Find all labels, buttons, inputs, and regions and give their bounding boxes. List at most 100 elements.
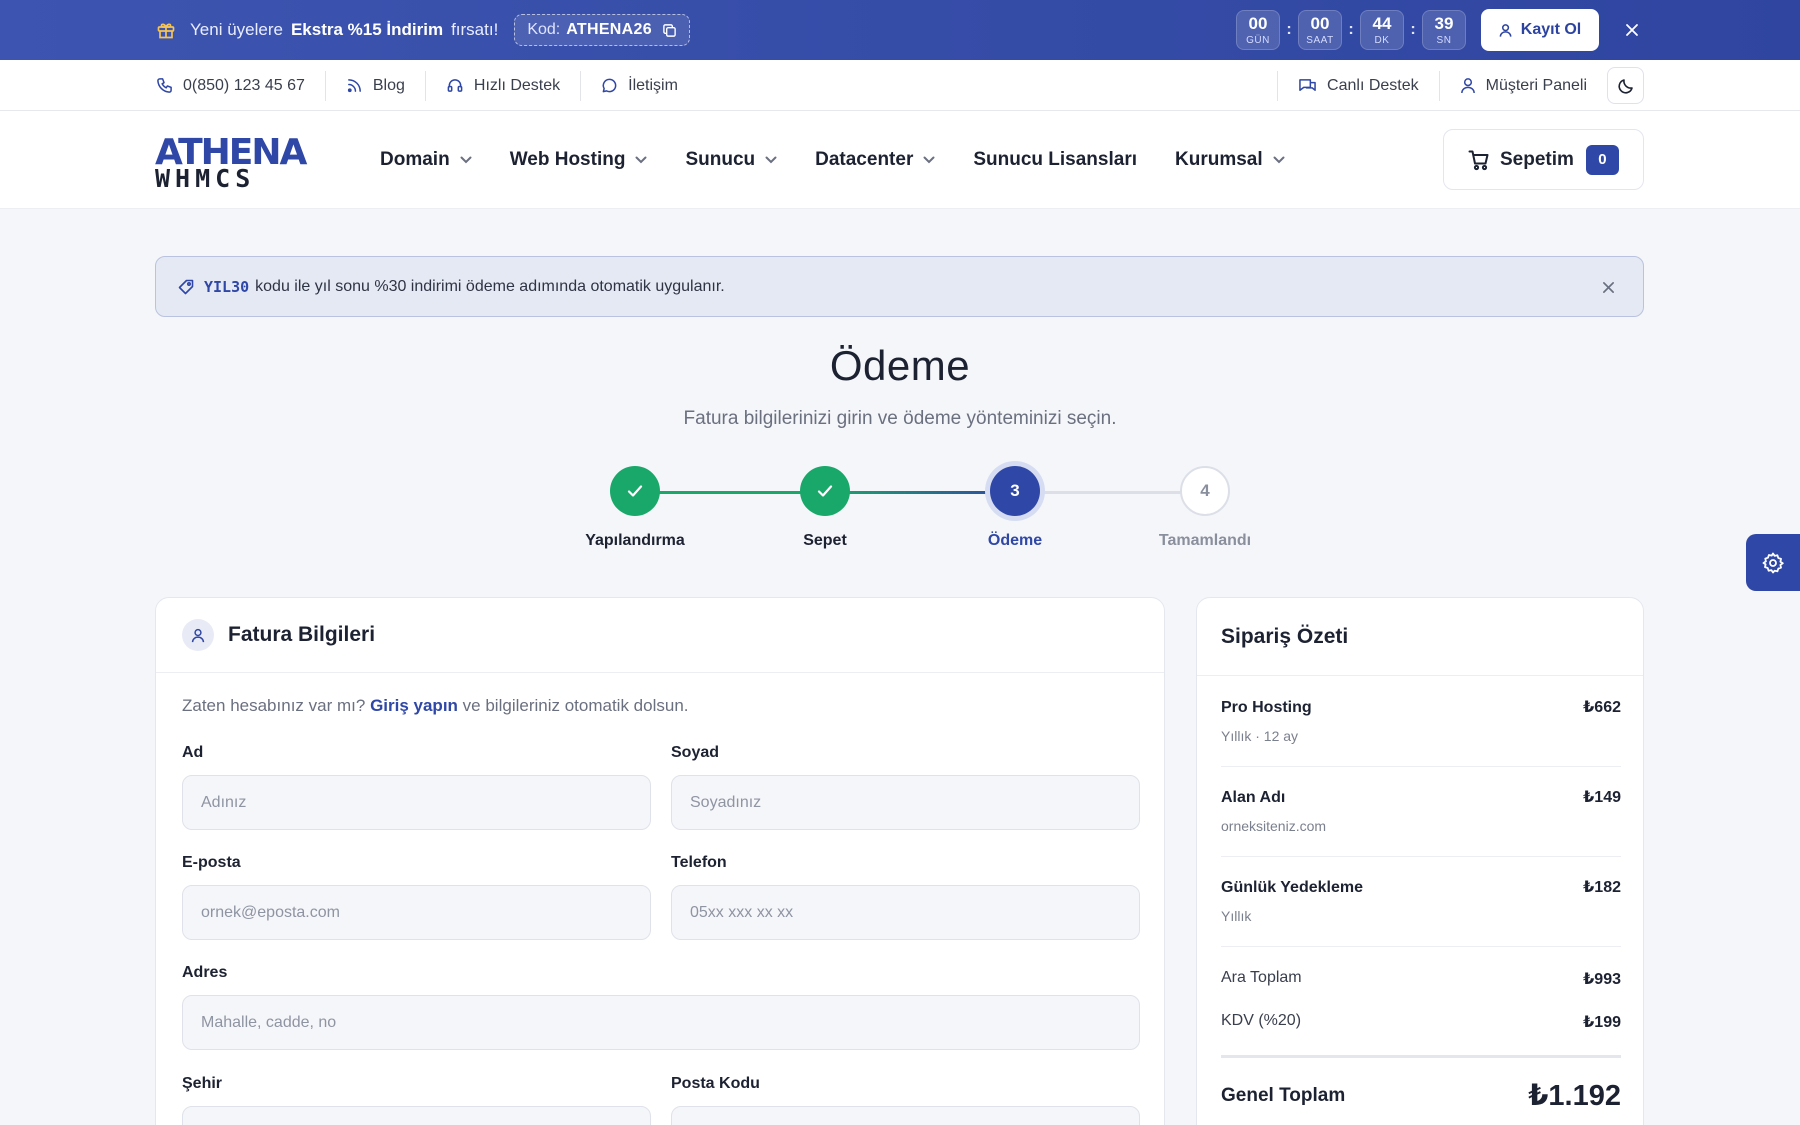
nav-item-label: Sunucu Lisansları bbox=[973, 149, 1137, 170]
email-input[interactable] bbox=[182, 885, 651, 940]
login-link[interactable]: Giriş yapın bbox=[370, 696, 458, 715]
promo-code-label: Kod: bbox=[527, 21, 561, 38]
customer-panel-label: Müşteri Paneli bbox=[1485, 76, 1587, 94]
cart-icon bbox=[1468, 149, 1500, 171]
nav-item-sunucu[interactable]: Sunucu bbox=[685, 149, 777, 171]
summary-line-item: Alan Adı orneksiteniz.com ₺149 bbox=[1221, 767, 1621, 857]
cart-label: Sepetim bbox=[1500, 148, 1574, 170]
item-price: ₺662 bbox=[1583, 699, 1621, 716]
countdown-minutes-unit: DK bbox=[1374, 34, 1390, 46]
user-plus-icon bbox=[1499, 23, 1521, 38]
summary-line-item: Pro Hosting Yıllık · 12 ay ₺662 bbox=[1221, 677, 1621, 767]
step-cart[interactable]: Sepet bbox=[755, 466, 895, 550]
promo-text-prefix: Yeni üyelere bbox=[190, 20, 283, 39]
promo-close-button[interactable] bbox=[1620, 18, 1644, 42]
city-input[interactable] bbox=[182, 1106, 651, 1125]
last-name-input[interactable] bbox=[671, 775, 1140, 830]
chat-bubble-icon bbox=[601, 77, 628, 94]
cart-button[interactable]: Sepetim 0 bbox=[1443, 129, 1644, 190]
first-name-label: Ad bbox=[182, 744, 204, 761]
utility-bar: 0(850) 123 45 67 Blog Hızlı Destek İleti… bbox=[0, 60, 1800, 111]
address-label: Adres bbox=[182, 964, 228, 981]
nav-item-label: Kurumsal bbox=[1175, 149, 1263, 170]
promo-code-chip[interactable]: Kod: ATHENA26 bbox=[514, 14, 690, 46]
subtotal-value: ₺993 bbox=[1583, 971, 1621, 988]
step-configuration[interactable]: Yapılandırma bbox=[565, 466, 705, 550]
postal-code-input[interactable] bbox=[671, 1106, 1140, 1125]
promo-text-suffix: fırsatı! bbox=[451, 20, 499, 39]
total-label: Genel Toplam bbox=[1221, 1084, 1346, 1106]
email-label: E-posta bbox=[182, 854, 241, 871]
first-name-input[interactable] bbox=[182, 775, 651, 830]
billing-card: Fatura Bilgileri Zaten hesabınız var mı?… bbox=[155, 597, 1165, 1125]
blog-label: Blog bbox=[372, 76, 405, 94]
blog-link[interactable]: Blog bbox=[346, 77, 405, 95]
nav-item-label: Domain bbox=[380, 149, 450, 170]
nav-item-web-hosting[interactable]: Web Hosting bbox=[510, 149, 648, 171]
nav-item-label: Datacenter bbox=[815, 149, 914, 170]
phone-link[interactable]: 0(850) 123 45 67 bbox=[156, 77, 305, 95]
notice-close-button[interactable] bbox=[1597, 276, 1619, 298]
check-icon bbox=[627, 485, 643, 497]
item-name: Pro Hosting bbox=[1221, 699, 1312, 716]
billing-title: Fatura Bilgileri bbox=[228, 623, 376, 646]
logo-bottom-text: WHMCS bbox=[155, 164, 255, 189]
last-name-label: Soyad bbox=[671, 744, 720, 761]
step-circle-active: 3 bbox=[990, 466, 1040, 516]
countdown-hours: 00 SAAT bbox=[1298, 10, 1342, 50]
nav-item-kurumsal[interactable]: Kurumsal bbox=[1175, 149, 1285, 171]
athena-logo[interactable]: ATHENA WHMCS bbox=[155, 133, 315, 189]
login-note: Zaten hesabınız var mı? Giriş yapın ve b… bbox=[182, 696, 689, 716]
user-icon bbox=[182, 619, 214, 651]
moon-icon bbox=[1617, 77, 1635, 95]
signup-label: Kayıt Ol bbox=[1520, 21, 1582, 38]
nav-item-domain[interactable]: Domain bbox=[380, 149, 472, 171]
copy-icon[interactable] bbox=[662, 23, 677, 38]
order-summary-card: Sipariş Özeti Pro Hosting Yıllık · 12 ay… bbox=[1196, 597, 1644, 1125]
settings-float-button[interactable] bbox=[1746, 534, 1800, 591]
utility-divider bbox=[1438, 70, 1440, 101]
billing-header: Fatura Bilgileri bbox=[156, 598, 1164, 673]
chat-icon bbox=[1298, 77, 1327, 94]
customer-panel-link[interactable]: Müşteri Paneli bbox=[1460, 77, 1587, 95]
signup-button[interactable]: Kayıt Ol bbox=[1481, 9, 1599, 51]
chevron-down-icon bbox=[1263, 156, 1285, 164]
live-support-link[interactable]: Canlı Destek bbox=[1298, 77, 1419, 95]
quick-support-link[interactable]: Hızlı Destek bbox=[446, 77, 560, 95]
gift-icon bbox=[156, 20, 176, 40]
postal-code-label: Posta Kodu bbox=[671, 1075, 760, 1092]
promo-bar: Yeni üyelere Ekstra %15 İndirim fırsatı!… bbox=[0, 0, 1800, 60]
item-name: Alan Adı bbox=[1221, 789, 1286, 806]
countdown-separator: : bbox=[1410, 21, 1416, 38]
notice-text: kodu ile yıl sonu %30 indirimi ödeme adı… bbox=[255, 277, 725, 295]
phone-input[interactable] bbox=[671, 885, 1140, 940]
countdown-days-unit: GÜN bbox=[1246, 34, 1270, 46]
phone-icon bbox=[156, 77, 183, 94]
step-circle-done bbox=[610, 466, 660, 516]
page-subtitle: Fatura bilgilerinizi girin ve ödeme yönt… bbox=[683, 408, 1117, 429]
countdown-seconds-value: 39 bbox=[1434, 13, 1454, 33]
summary-title: Sipariş Özeti bbox=[1197, 598, 1643, 676]
countdown-hours-unit: SAAT bbox=[1306, 34, 1334, 46]
summary-line-item: Günlük Yedekleme Yıllık ₺182 bbox=[1221, 857, 1621, 947]
city-label: Şehir bbox=[182, 1075, 223, 1092]
step-circle-done bbox=[800, 466, 850, 516]
countdown-minutes: 44 DK bbox=[1360, 10, 1404, 50]
step-label: Ödeme bbox=[987, 532, 1043, 549]
theme-toggle-button[interactable] bbox=[1607, 67, 1644, 104]
nav-item-datacenter[interactable]: Datacenter bbox=[815, 149, 935, 171]
quick-support-label: Hızlı Destek bbox=[473, 76, 561, 94]
step-label: Yapılandırma bbox=[585, 532, 685, 549]
user-icon bbox=[1460, 77, 1486, 94]
login-suffix: ve bilgileriniz otomatik dolsun. bbox=[462, 696, 689, 715]
utility-right: Canlı Destek Müşteri Paneli bbox=[1257, 60, 1644, 111]
address-input[interactable] bbox=[182, 995, 1140, 1050]
nav-item-sunucu-lisanslari[interactable]: Sunucu Lisansları bbox=[973, 149, 1137, 171]
live-support-label: Canlı Destek bbox=[1327, 76, 1419, 94]
login-prefix: Zaten hesabınız var mı? bbox=[182, 696, 366, 715]
utility-divider bbox=[580, 70, 582, 101]
contact-link[interactable]: İletişim bbox=[601, 77, 678, 95]
step-label: Tamamlandı bbox=[1158, 532, 1252, 549]
promo-message: Yeni üyelere Ekstra %15 İndirim fırsatı!… bbox=[156, 0, 690, 60]
countdown-separator: : bbox=[1348, 21, 1354, 38]
